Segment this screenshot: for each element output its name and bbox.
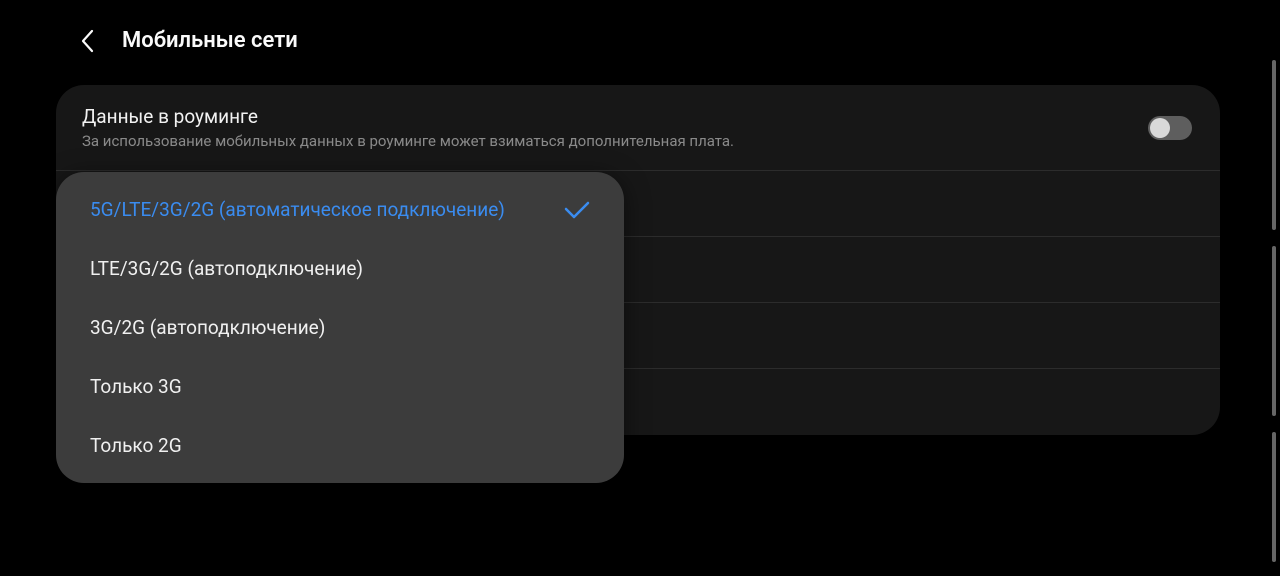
scroll-indicator (1272, 60, 1276, 230)
header: Мобильные сети (0, 0, 1280, 77)
popup-item-label: Только 3G (90, 375, 182, 398)
popup-item-2g[interactable]: Только 2G (56, 416, 624, 475)
popup-item-label: Только 2G (90, 434, 182, 457)
roaming-data-row[interactable]: Данные в роуминге За использование мобил… (56, 85, 1220, 171)
roaming-desc: За использование мобильных данных в роум… (82, 132, 734, 150)
popup-item-lte[interactable]: LTE/3G/2G (автоподключение) (56, 239, 624, 298)
roaming-toggle[interactable] (1148, 116, 1192, 140)
scroll-indicator (1272, 432, 1276, 562)
back-icon[interactable] (76, 30, 98, 52)
popup-item-label: 5G/LTE/3G/2G (автоматическое подключение… (90, 198, 505, 221)
popup-item-5g[interactable]: 5G/LTE/3G/2G (автоматическое подключение… (56, 180, 624, 239)
roaming-title: Данные в роуминге (82, 105, 734, 128)
popup-item-3g[interactable]: Только 3G (56, 357, 624, 416)
check-icon (564, 201, 590, 219)
scroll-indicator (1272, 246, 1276, 416)
network-mode-popup: 5G/LTE/3G/2G (автоматическое подключение… (56, 172, 624, 483)
page-title: Мобильные сети (122, 28, 298, 53)
popup-item-label: LTE/3G/2G (автоподключение) (90, 257, 363, 280)
popup-item-label: 3G/2G (автоподключение) (90, 316, 325, 339)
roaming-text: Данные в роуминге За использование мобил… (82, 105, 734, 150)
popup-item-3g2g[interactable]: 3G/2G (автоподключение) (56, 298, 624, 357)
